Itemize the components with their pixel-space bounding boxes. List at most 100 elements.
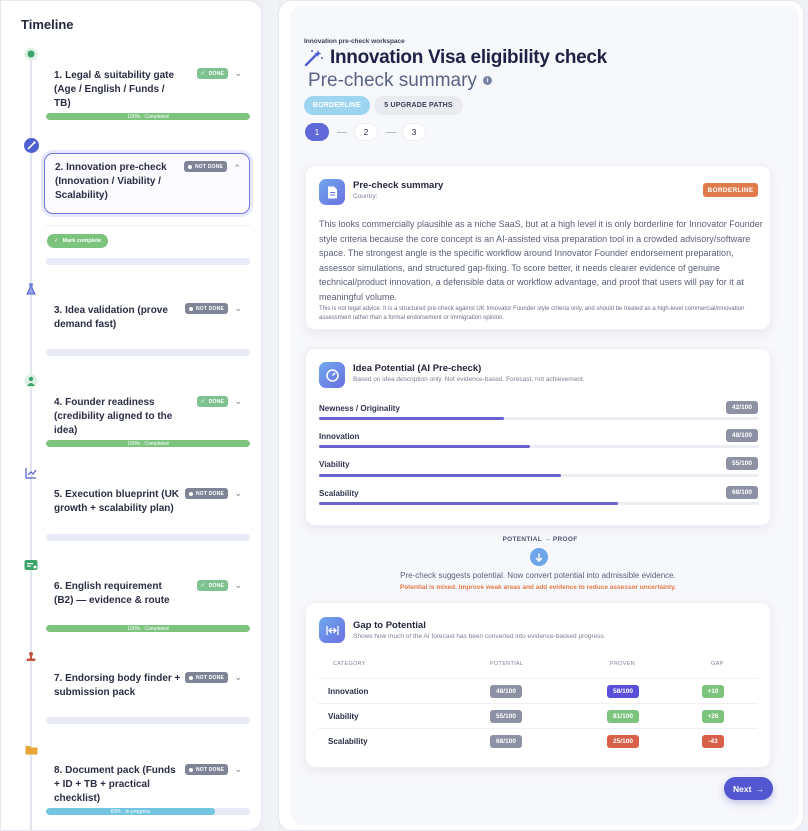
metric-fill [319, 502, 619, 505]
timeline-item-label: 2. Innovation pre-check (Innovation / Vi… [55, 162, 167, 201]
progress-bar: 100% · Completed [46, 625, 250, 632]
chevron-down-icon[interactable]: ⌄ [234, 303, 242, 313]
metric-bar [319, 502, 759, 505]
proven-badge: 58/100 [607, 685, 639, 698]
stamp-icon [23, 649, 39, 665]
gap-badge: +26 [702, 710, 724, 723]
speedometer-icon [319, 362, 345, 388]
step-3[interactable]: 3 [402, 123, 426, 141]
timeline-item-label: 8. Document pack (Funds + ID + TB + prac… [54, 765, 176, 804]
timeline-item-7[interactable]: 7. Endorsing body finder + submission pa… [44, 665, 250, 707]
timeline-item-3[interactable]: 3. Idea validation (prove demand fast) N… [44, 296, 250, 336]
progress-bar: 83% · In progress [46, 808, 250, 815]
category-cell: Viability [328, 712, 359, 721]
metric-value-badge: 68/100 [726, 486, 758, 499]
table-row: Viability 55/100 81/100 +26 [318, 703, 758, 728]
progress-bar [46, 717, 250, 724]
timeline-item-8[interactable]: 8. Document pack (Funds + ID + TB + prac… [44, 757, 250, 804]
timeline-item-6[interactable]: 6. English requirement (B2) — evidence &… [44, 573, 250, 615]
timeline-item-5[interactable]: 5. Execution blueprint (UK growth + scal… [44, 481, 250, 523]
check-icon: ✓ [200, 71, 206, 77]
step-1[interactable]: 1 [305, 123, 329, 141]
arrow-down-icon[interactable] [530, 548, 548, 566]
step-separator [337, 132, 347, 133]
gap-subtitle: Shows how much of the AI forecast has be… [353, 633, 606, 640]
proven-badge: 25/100 [607, 735, 639, 748]
metric-fill [319, 417, 504, 420]
chevron-up-icon[interactable]: ⌃ [233, 163, 241, 173]
divider [46, 225, 250, 226]
upgrade-paths-button[interactable]: 5 UPGRADE PATHS [374, 96, 463, 115]
status-badge: ✓ DONE [196, 68, 228, 79]
potential-badge: 55/100 [490, 710, 522, 723]
timeline-item-1[interactable]: 1. Legal & suitability gate (Age / Engli… [44, 61, 250, 109]
scale-icon [23, 46, 39, 62]
summary-text: This looks commercially plausible as a n… [319, 219, 763, 302]
disclaimer-note: This is not legal advice. It is a struct… [319, 306, 745, 321]
chevron-down-icon[interactable]: ⌄ [234, 488, 242, 498]
info-icon[interactable]: i [483, 76, 492, 85]
timeline-rail [30, 55, 32, 830]
status-badge: NOT DONE [185, 488, 228, 499]
progress-bar [46, 534, 250, 541]
category-cell: Scalability [328, 737, 368, 746]
potential-title: Idea Potential (AI Pre-check) [353, 363, 482, 374]
timeline-item-4[interactable]: 4. Founder readiness (credibility aligne… [44, 389, 250, 436]
timeline-item-label: 1. Legal & suitability gate (Age / Engli… [54, 70, 175, 109]
progress-bar [46, 258, 250, 265]
metric-fill [319, 474, 561, 477]
document-icon [319, 179, 345, 205]
conversion-warning: Potential is mixed. Improve weak areas a… [399, 584, 677, 591]
check-icon: ✓ [200, 583, 206, 589]
step-2[interactable]: 2 [354, 123, 378, 141]
metric-label: Scalability [319, 489, 359, 498]
check-icon: ✓ [200, 399, 206, 405]
metric-bar [319, 417, 759, 420]
user-icon [23, 373, 39, 389]
potential-panel: Idea Potential (AI Pre-check) Based on i… [305, 348, 771, 526]
metric-fill [319, 445, 531, 448]
chevron-down-icon[interactable]: ⌄ [234, 672, 242, 682]
mark-complete-button[interactable]: ✓ Mark complete [47, 234, 109, 248]
metric-bar [319, 445, 759, 448]
status-badge: ✓ DONE [196, 580, 228, 591]
timeline-item-label: 3. Idea validation (prove demand fast) [54, 305, 168, 330]
conversion-text: Pre-check suggests potential. Now conver… [400, 571, 676, 580]
timeline-sidebar: Timeline 1. Legal & suitability gate (Ag… [0, 0, 262, 831]
progress-fill: 100% · Completed [46, 440, 250, 447]
chart-line-icon [23, 465, 39, 481]
category-cell: Innovation [328, 687, 369, 696]
proven-badge: 81/100 [607, 710, 639, 723]
status-badge: NOT DONE [184, 161, 227, 172]
chevron-down-icon[interactable]: ⌄ [234, 68, 242, 78]
chevron-down-icon[interactable]: ⌄ [234, 580, 242, 590]
metric-label: Innovation [319, 432, 360, 441]
arrow-right-icon: → [755, 783, 764, 794]
folder-icon [23, 741, 39, 757]
timeline-item-label: 5. Execution blueprint (UK growth + scal… [54, 489, 180, 514]
column-header: POTENTIAL [490, 661, 524, 667]
chevron-down-icon[interactable]: ⌄ [234, 764, 242, 774]
chevron-down-icon[interactable]: ⌄ [234, 396, 242, 406]
timeline-item-label: 4. Founder readiness (credibility aligne… [54, 397, 173, 436]
column-header: CATEGORY [333, 661, 366, 667]
check-icon: ✓ [54, 238, 59, 244]
progress-fill: 83% · In progress [46, 808, 216, 815]
metric-value-badge: 55/100 [726, 457, 758, 470]
progress-bar: 100% · Completed [46, 113, 250, 120]
gap-title: Gap to Potential [353, 620, 426, 631]
gap-badge: -43 [702, 735, 724, 748]
potential-subtitle: Based on idea description only. Not evid… [353, 376, 585, 383]
next-button[interactable]: Next → [724, 777, 773, 800]
step-separator [386, 132, 396, 133]
timeline-item-2[interactable]: 2. Innovation pre-check (Innovation / Vi… [44, 153, 250, 214]
gap-badge: +10 [702, 685, 724, 698]
column-header: PROVEN [610, 661, 636, 667]
page-title: Innovation Visa eligibility check [330, 47, 607, 68]
progress-bar: 100% · Completed [46, 440, 250, 447]
breadcrumb: Innovation pre-check workspace [304, 38, 405, 45]
metric-bar [319, 474, 759, 477]
timeline-item-label: 6. English requirement (B2) — evidence &… [54, 581, 170, 606]
summary-title: Pre-check summary [353, 180, 444, 191]
potential-badge: 68/100 [490, 735, 522, 748]
